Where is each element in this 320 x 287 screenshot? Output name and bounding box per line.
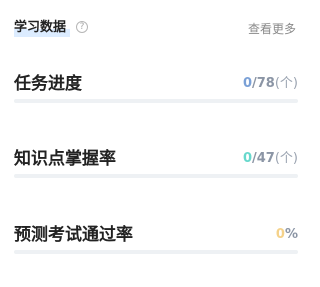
section-title: 学习数据 bbox=[14, 20, 67, 35]
stat-row-task-progress[interactable]: 任务进度 0/78(个) bbox=[14, 65, 298, 103]
section-header: 学习数据 ? 查看更多 bbox=[14, 16, 298, 40]
stat-current: 0 bbox=[275, 227, 285, 242]
stat-row-exam-pass-rate[interactable]: 预测考试通过率 0% bbox=[14, 216, 298, 254]
title-wrap: 学习数据 bbox=[14, 18, 70, 38]
stat-total: % bbox=[284, 227, 298, 242]
view-more-link[interactable]: 查看更多 bbox=[248, 21, 296, 37]
stat-unit: (个) bbox=[274, 76, 298, 91]
stat-unit: (个) bbox=[274, 151, 298, 166]
stat-total: /78 bbox=[252, 76, 275, 91]
stat-value: 0/78(个) bbox=[243, 75, 298, 93]
row-divider bbox=[14, 174, 298, 178]
row-divider bbox=[14, 99, 298, 103]
stat-current: 0 bbox=[242, 76, 252, 91]
stat-total: /47 bbox=[252, 151, 275, 166]
stat-row-knowledge-mastery[interactable]: 知识点掌握率 0/47(个) bbox=[14, 140, 298, 178]
stat-value: 0% bbox=[276, 226, 298, 244]
stat-label: 预测考试通过率 bbox=[14, 225, 133, 245]
stat-label: 知识点掌握率 bbox=[14, 149, 116, 169]
help-circle-icon[interactable]: ? bbox=[76, 21, 88, 33]
stat-current: 0 bbox=[242, 151, 252, 166]
row-divider bbox=[14, 250, 298, 254]
stat-label: 任务进度 bbox=[14, 74, 82, 94]
stat-value: 0/47(个) bbox=[243, 150, 298, 168]
